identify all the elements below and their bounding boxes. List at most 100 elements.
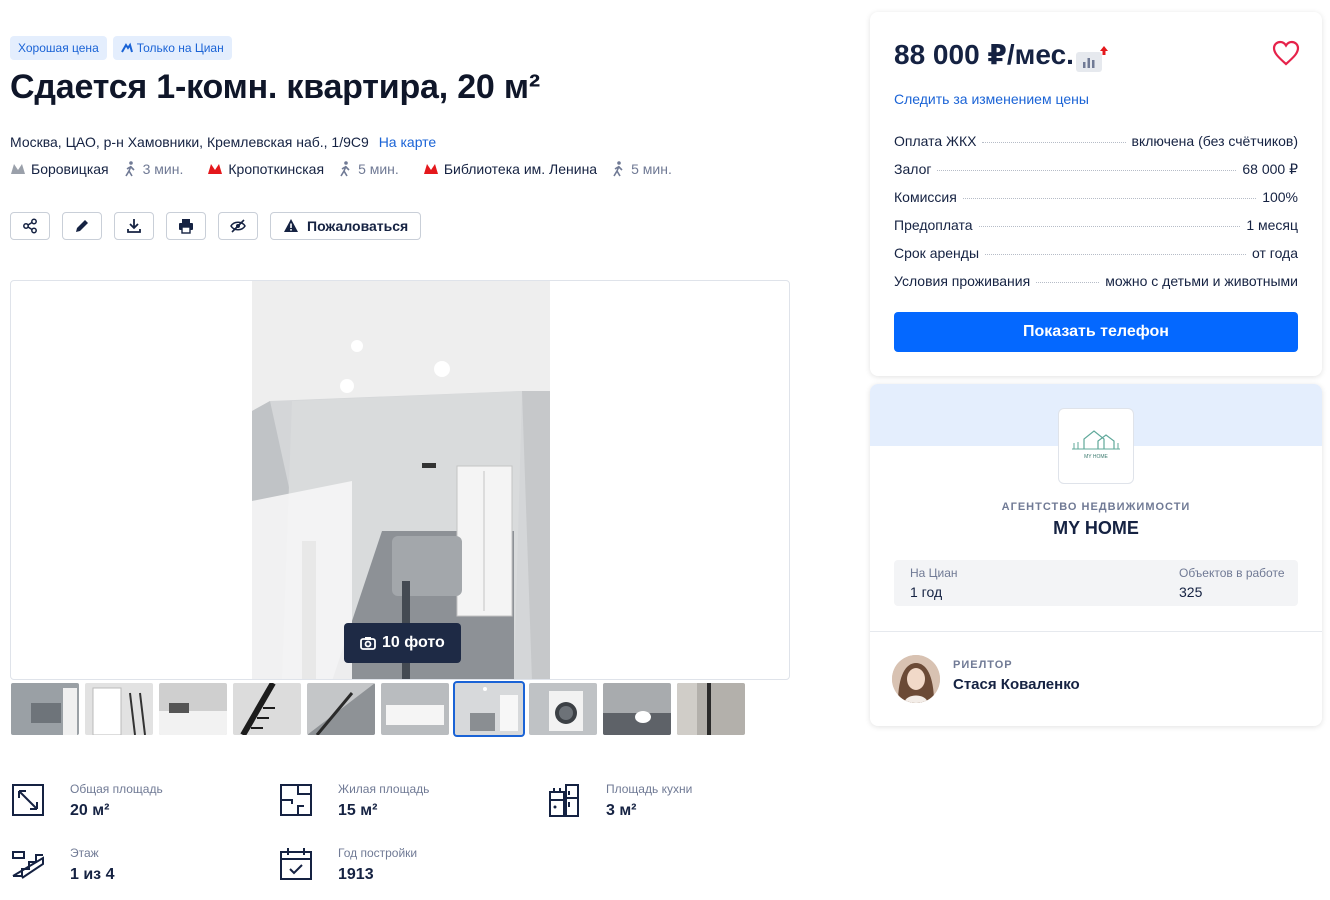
thumbnail[interactable]	[233, 683, 301, 735]
photo-count-label: 10 фото	[382, 634, 445, 651]
spec-text: Общая площадь 20 м²	[70, 780, 163, 820]
term-row: Залог 68 000 ₽	[894, 161, 1298, 189]
complain-label: Пожаловаться	[307, 218, 409, 234]
main-photo[interactable]	[252, 281, 550, 679]
hide-icon	[230, 219, 246, 233]
address: Москва, ЦАО, р-н Хамовники, Кремлевская …	[10, 134, 436, 150]
term-label: Комиссия	[894, 189, 957, 205]
divider	[870, 631, 1322, 632]
download-button[interactable]	[114, 212, 154, 240]
term-dots	[962, 198, 1257, 199]
warning-icon	[284, 219, 298, 232]
complain-button[interactable]: Пожаловаться	[270, 212, 422, 240]
calendar-icon	[280, 848, 312, 880]
realtor-role: РИЕЛТОР	[953, 659, 1013, 671]
spec-value: 3 м²	[606, 802, 637, 819]
map-link[interactable]: На карте	[379, 134, 437, 150]
photo-count-button[interactable]: 10 фото	[344, 623, 461, 663]
price-history-icon[interactable]	[1076, 46, 1108, 72]
room-photo-image	[252, 281, 550, 679]
good-price-badge-label: Хорошая цена	[18, 41, 99, 55]
address-text: Москва, ЦАО, р-н Хамовники, Кремлевская …	[10, 134, 369, 150]
term-row: Срок аренды от года	[894, 245, 1298, 273]
term-label: Залог	[894, 161, 932, 177]
term-dots	[1036, 282, 1100, 283]
metro-name[interactable]: Боровицкая	[31, 161, 109, 177]
spec-living-area: Жилая площадь 15 м²	[278, 780, 429, 820]
thumbnail-active[interactable]	[453, 681, 525, 737]
metro-icon	[208, 164, 223, 174]
metro-time: 3 мин.	[142, 161, 184, 177]
thumbnail[interactable]	[85, 683, 153, 735]
print-button[interactable]	[166, 212, 206, 240]
term-value: 1 месяц	[1246, 217, 1298, 233]
spec-text: Год постройки 1913	[338, 844, 417, 884]
spec-label: Год постройки	[338, 846, 418, 860]
agency-logo[interactable]: MY HOME	[1058, 408, 1134, 484]
only-cian-badge: Только на Циан	[112, 36, 232, 60]
metro-name[interactable]: Библиотека им. Ленина	[444, 161, 597, 177]
thumbnail[interactable]	[381, 683, 449, 735]
term-label: Условия проживания	[894, 273, 1031, 289]
spec-label: Общая площадь	[70, 782, 163, 796]
term-row: Предоплата 1 месяц	[894, 217, 1298, 245]
show-phone-button[interactable]: Показать телефон	[894, 312, 1298, 352]
term-value: 68 000 ₽	[1242, 161, 1298, 177]
listing-title: Сдается 1-комн. квартира, 20 м²	[10, 68, 540, 106]
spec-text: Площадь кухни 3 м²	[606, 780, 692, 820]
term-row: Комиссия 100%	[894, 189, 1298, 217]
only-cian-badge-label: Только на Циан	[136, 41, 224, 55]
favorite-heart-icon[interactable]	[1272, 40, 1300, 66]
thumbnail[interactable]	[159, 683, 227, 735]
metro-icon	[11, 164, 25, 174]
agent-card: MY HOME АГЕНТСТВО НЕДВИЖИМОСТИ MY HOME Н…	[870, 384, 1322, 726]
hide-button[interactable]	[218, 212, 258, 240]
spec-kitchen-area: Площадь кухни 3 м²	[546, 780, 692, 820]
term-value: можно с детьми и животными	[1105, 273, 1298, 289]
term-dots	[985, 254, 1246, 255]
area-icon	[12, 784, 44, 816]
thumbnail[interactable]	[677, 683, 745, 735]
listing-toolbar: Пожаловаться	[10, 212, 422, 240]
walk-icon	[124, 161, 135, 177]
spec-value: 1913	[338, 866, 374, 883]
realtor-name[interactable]: Стася Коваленко	[953, 676, 1080, 693]
term-dots	[978, 226, 1241, 227]
realtor-photo-image	[892, 655, 940, 703]
avatar[interactable]	[892, 655, 940, 703]
photo-gallery[interactable]: 10 фото	[10, 280, 790, 680]
price: 88 000 ₽/мес.	[894, 39, 1074, 70]
agency-name[interactable]: MY HOME	[870, 518, 1322, 539]
kitchen-icon	[549, 784, 579, 817]
good-price-badge: Хорошая цена	[10, 36, 107, 60]
spec-build-year: Год постройки 1913	[278, 844, 417, 884]
term-value: от года	[1251, 245, 1298, 261]
metro-station: Кропоткинская 5 мин.	[207, 161, 399, 177]
spec-text: Жилая площадь 15 м²	[338, 780, 429, 820]
thumbnail[interactable]	[11, 683, 79, 735]
term-label: Оплата ЖКХ	[894, 133, 977, 149]
floor-icon	[12, 851, 44, 879]
cian-logo-icon	[120, 42, 133, 53]
stat-objects: Объектов в работе 325	[1179, 566, 1285, 600]
rent-terms: Оплата ЖКХ включена (без счётчиков) Залог…	[894, 133, 1298, 301]
metro-name[interactable]: Кропоткинская	[228, 161, 324, 177]
walk-icon	[613, 161, 623, 177]
share-button[interactable]	[10, 212, 50, 240]
edit-button[interactable]	[62, 212, 102, 240]
spec-label: Жилая площадь	[338, 782, 430, 796]
agency-stats: На Циан 1 год Объектов в работе 325	[894, 560, 1298, 606]
camera-icon	[360, 637, 376, 650]
thumbnail[interactable]	[529, 683, 597, 735]
stat-label: Объектов в работе	[1179, 566, 1285, 580]
walk-icon	[340, 161, 350, 177]
thumbnail[interactable]	[603, 683, 671, 735]
badges: Хорошая цена Только на Циан	[10, 36, 232, 60]
agency-type: АГЕНТСТВО НЕДВИЖИМОСТИ	[1001, 501, 1191, 513]
metro-icon	[423, 164, 438, 174]
thumbnail[interactable]	[307, 683, 375, 735]
stat-value: 1 год	[910, 584, 943, 600]
metro-station: Боровицкая 3 мин.	[10, 161, 183, 177]
follow-price-link[interactable]: Следить за изменением цены	[894, 91, 1089, 107]
living-area-icon	[280, 784, 312, 816]
